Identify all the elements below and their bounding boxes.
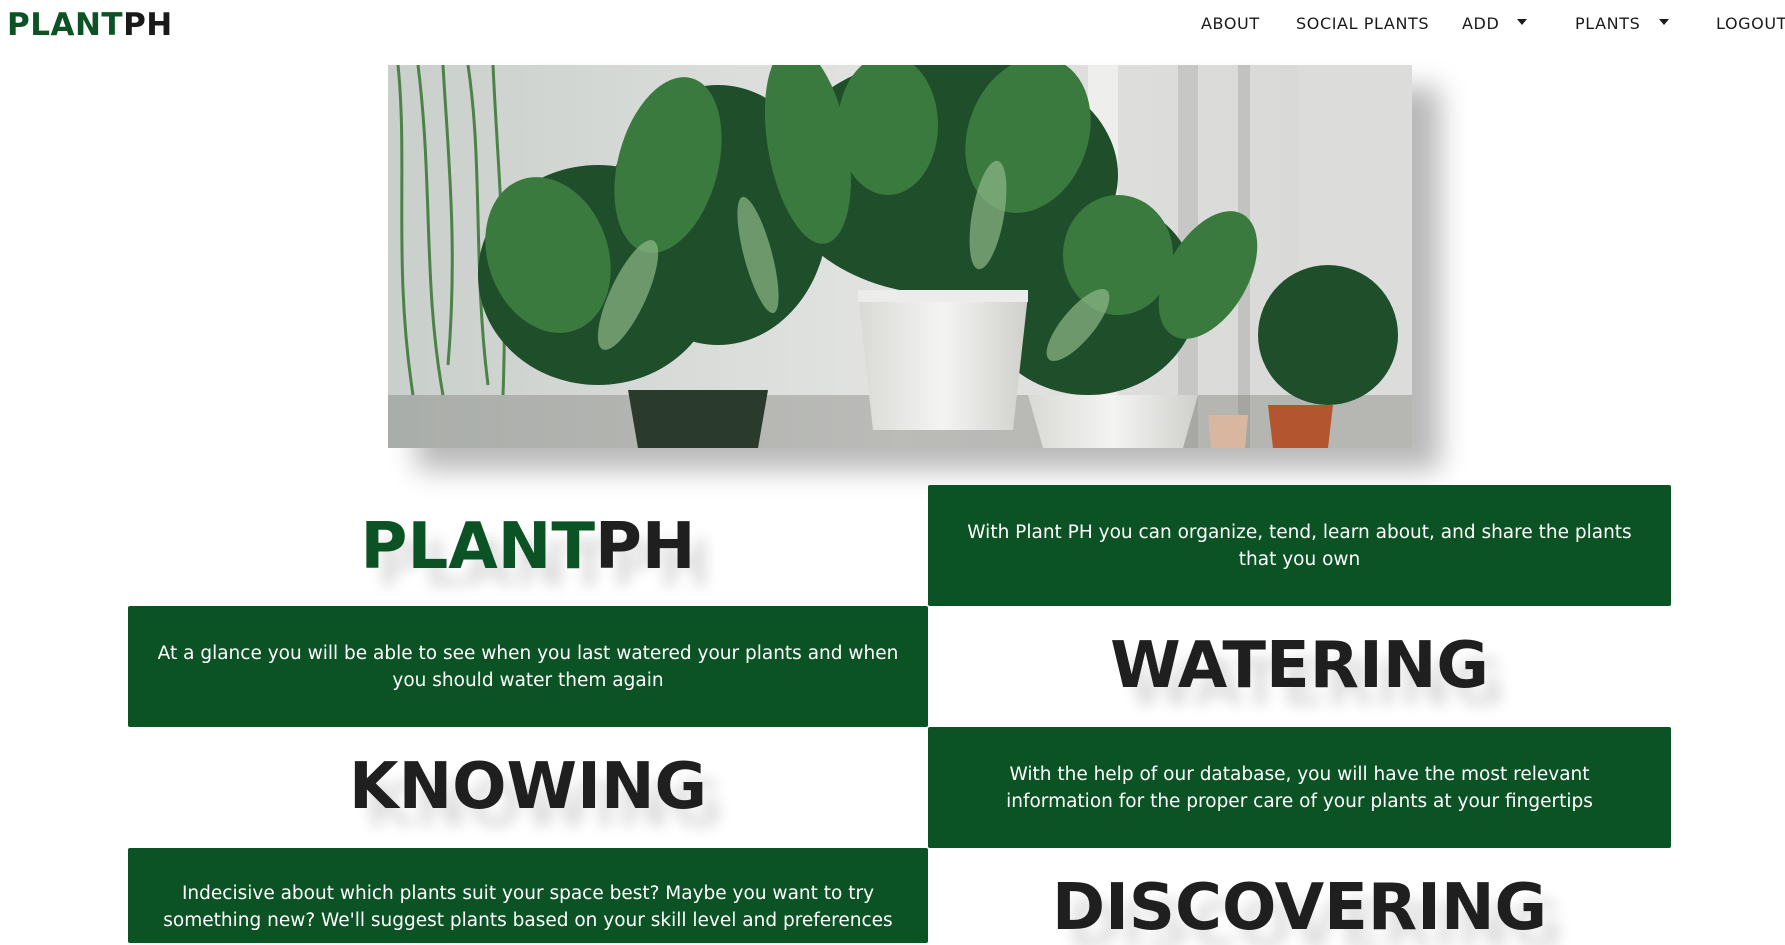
navbar: PLANTPH ABOUT SOCIAL PLANTS ADD PLANTS L… xyxy=(0,0,1785,50)
nav-add-dropdown[interactable]: ADD xyxy=(1462,14,1499,34)
plants-chevron-down-icon[interactable] xyxy=(1659,19,1669,25)
brand-heading-green: PLANT xyxy=(360,510,595,584)
hero-image xyxy=(388,65,1412,448)
add-chevron-down-icon[interactable] xyxy=(1517,19,1527,25)
brand-heading-dark: PH xyxy=(594,510,696,584)
watering-heading: WATERING xyxy=(1110,629,1489,703)
discovering-text-box: Indecisive about which plants suit your … xyxy=(128,848,928,943)
knowing-heading: KNOWING xyxy=(348,750,708,824)
brand-heading: PLANTPH xyxy=(128,512,928,582)
watering-text-box: At a glance you will be able to see when… xyxy=(128,606,928,727)
intro-text-box: With Plant PH you can organize, tend, le… xyxy=(928,485,1671,606)
plants-photo xyxy=(388,65,1412,448)
brand-logo[interactable]: PLANTPH xyxy=(7,6,173,44)
brand-logo-dark: PH xyxy=(123,7,173,43)
nav-logout-link[interactable]: LOGOUT xyxy=(1716,14,1785,34)
knowing-text-box: With the help of our database, you will … xyxy=(928,727,1671,848)
nav-about-link[interactable]: ABOUT xyxy=(1201,14,1260,34)
nav-social-plants-link[interactable]: SOCIAL PLANTS xyxy=(1296,14,1429,34)
discovering-heading: DISCOVERING xyxy=(1051,871,1548,945)
brand-logo-green: PLANT xyxy=(7,7,124,43)
nav-plants-dropdown[interactable]: PLANTS xyxy=(1575,14,1640,34)
